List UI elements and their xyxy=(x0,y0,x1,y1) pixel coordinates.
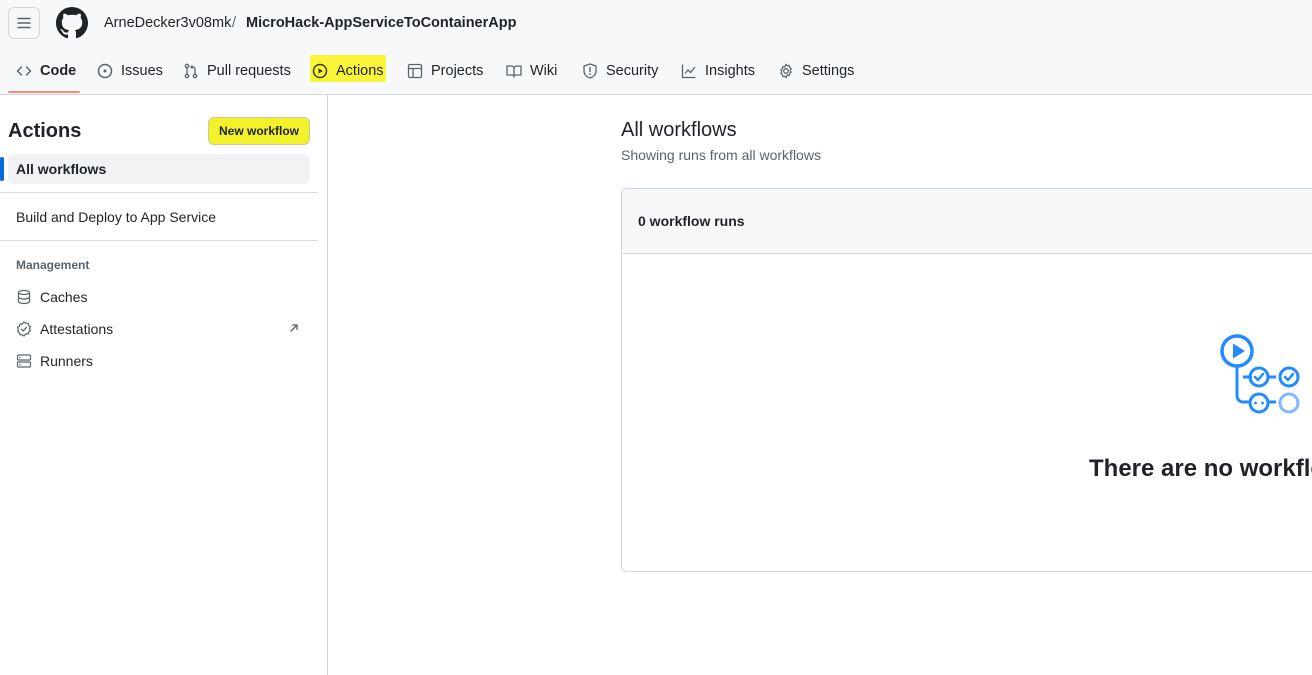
tab-issues[interactable]: Issues xyxy=(97,58,163,84)
verified-icon xyxy=(17,321,31,337)
sidebar-item-runners[interactable]: Runners xyxy=(8,347,310,375)
tab-wiki[interactable]: Wiki xyxy=(506,58,557,84)
sidebar-item-runners-label: Runners xyxy=(40,353,93,369)
page-subtitle: Showing runs from all workflows xyxy=(621,147,821,163)
external-link-icon xyxy=(290,324,298,332)
hamburger-menu-button[interactable] xyxy=(8,7,40,39)
management-heading: Management xyxy=(16,258,90,272)
book-icon xyxy=(506,65,522,78)
breadcrumb-repo-link[interactable]: MicroHack-AppServiceToContainerApp xyxy=(246,14,516,32)
selected-item-marker xyxy=(0,157,4,181)
tab-security[interactable]: Security xyxy=(582,58,658,84)
gear-icon xyxy=(780,63,792,79)
tab-projects[interactable]: Projects xyxy=(407,58,483,84)
tab-pull-requests[interactable]: Pull requests xyxy=(183,58,291,84)
empty-state-heading: There are no workflo xyxy=(1089,455,1312,482)
hamburger-icon xyxy=(17,17,31,29)
tab-projects-label: Projects xyxy=(431,63,484,79)
breadcrumb-separator: / xyxy=(232,15,237,31)
sidebar-divider xyxy=(0,240,318,241)
tab-actions[interactable]: Actions xyxy=(312,58,384,84)
server-icon xyxy=(16,354,32,368)
tab-insights[interactable]: Insights xyxy=(681,58,755,84)
git-pull-request-icon xyxy=(184,63,198,79)
play-icon xyxy=(312,63,328,79)
tab-settings[interactable]: Settings xyxy=(778,58,854,84)
tab-code[interactable]: Code xyxy=(16,58,76,84)
workflow-illustration-icon xyxy=(1220,334,1300,414)
page-title: All workflows xyxy=(621,119,737,141)
sidebar-divider xyxy=(0,192,318,193)
code-icon xyxy=(16,66,32,76)
sidebar-item-caches[interactable]: Caches xyxy=(8,283,310,311)
issue-opened-icon xyxy=(97,63,113,79)
database-icon xyxy=(17,289,31,305)
sidebar-title: Actions xyxy=(8,120,82,142)
workflow-runs-panel: 0 workflow runs There are no workflo xyxy=(621,188,1312,572)
sidebar-item-attestations-label: Attestations xyxy=(40,321,114,337)
shield-icon xyxy=(583,63,597,79)
tab-issues-label: Issues xyxy=(121,63,163,79)
tab-actions-label: Actions xyxy=(336,63,384,79)
breadcrumb-owner-link[interactable]: ArneDecker3v08mk xyxy=(104,14,231,32)
sidebar-item-caches-label: Caches xyxy=(40,289,88,305)
table-icon xyxy=(407,63,423,79)
tab-code-label: Code xyxy=(40,63,77,79)
tab-insights-label: Insights xyxy=(705,63,755,79)
tab-pull-requests-label: Pull requests xyxy=(207,63,291,79)
sidebar-item-attestations[interactable]: Attestations xyxy=(8,315,310,343)
active-tab-underline xyxy=(8,91,80,93)
tab-wiki-label: Wiki xyxy=(530,63,558,79)
sidebar-item-all-workflows[interactable]: All workflows xyxy=(8,154,310,184)
workflow-runs-count: 0 workflow runs xyxy=(622,189,1312,254)
sidebar-separator xyxy=(327,95,328,675)
tab-settings-label: Settings xyxy=(802,63,855,79)
sidebar-item-build-and-deploy[interactable]: Build and Deploy to App Service xyxy=(8,202,310,232)
repo-header: ArneDecker3v08mk / MicroHack-AppServiceT… xyxy=(0,0,1312,95)
tab-security-label: Security xyxy=(606,63,659,79)
graph-icon xyxy=(681,64,696,79)
new-workflow-button[interactable]: New workflow xyxy=(208,117,310,145)
github-logo-icon[interactable] xyxy=(56,7,88,39)
